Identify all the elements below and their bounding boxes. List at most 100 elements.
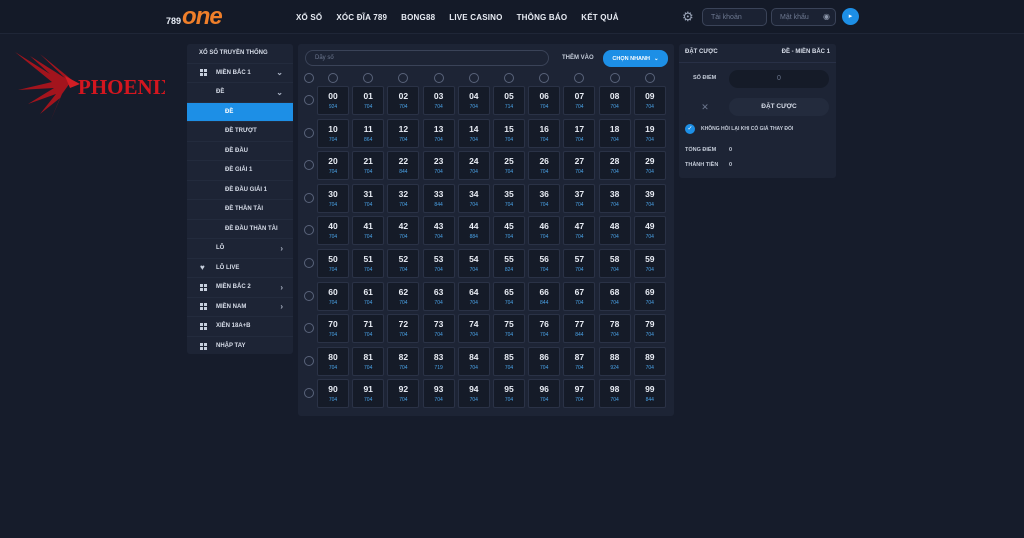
login-button[interactable]: ▸ <box>842 8 859 25</box>
number-cell[interactable]: 52 704 <box>387 249 420 278</box>
number-cell[interactable]: 36 704 <box>528 183 561 213</box>
nav-thong-bao[interactable]: THÔNG BÁO <box>517 13 568 22</box>
sidebar-item-de-truot[interactable]: ĐỀ TRƯỢT <box>187 122 293 142</box>
number-cell[interactable]: 38 704 <box>598 183 631 213</box>
sidebar-item-mien-nam[interactable]: MIỀN NAM › <box>187 298 293 317</box>
sidebar-item-de-dau-giai-1[interactable]: ĐỀ ĐẦU GIẢI 1 <box>187 181 293 200</box>
number-cell[interactable]: 91 704 <box>352 379 385 409</box>
number-cell[interactable]: 08 704 <box>598 86 631 115</box>
number-cell[interactable]: 33 844 <box>422 183 455 213</box>
number-search-input[interactable]: Dãy số <box>305 50 549 66</box>
number-cell[interactable]: 28 704 <box>598 151 631 181</box>
nav-xo-so[interactable]: XỔ SỐ <box>296 13 322 22</box>
row-select-radio[interactable] <box>304 323 314 334</box>
number-cell[interactable]: 05 714 <box>493 86 525 115</box>
sidebar-item-mien-bac-2[interactable]: MIỀN BẮC 2 › <box>187 278 293 298</box>
gear-icon[interactable]: ⚙ <box>682 10 695 23</box>
row-select-radio[interactable] <box>304 225 314 236</box>
number-cell[interactable]: 25 704 <box>493 151 525 181</box>
number-cell[interactable]: 29 704 <box>633 151 666 181</box>
number-cell[interactable]: 35 704 <box>493 183 525 213</box>
password-field[interactable]: Mật khẩu ◉ <box>771 8 836 26</box>
number-cell[interactable]: 23 704 <box>422 151 455 181</box>
row-select-radio[interactable] <box>304 160 314 171</box>
number-cell[interactable]: 67 704 <box>563 281 596 311</box>
number-cell[interactable]: 31 704 <box>352 183 385 213</box>
number-cell[interactable]: 46 704 <box>528 216 561 246</box>
number-cell[interactable]: 80 704 <box>317 346 349 376</box>
row-select-radio[interactable] <box>304 355 314 366</box>
number-cell[interactable]: 88 924 <box>598 346 631 376</box>
number-cell[interactable]: 63 704 <box>422 281 455 311</box>
number-cell[interactable]: 06 704 <box>528 86 561 115</box>
sidebar-item-xien[interactable]: XIÊN 18A+B <box>187 317 293 337</box>
sidebar-item-de-giai-1[interactable]: ĐỀ GIẢI 1 <box>187 161 293 181</box>
sidebar-item-de[interactable]: ĐỀ <box>187 102 293 122</box>
row-select-radio[interactable] <box>304 192 314 203</box>
number-cell[interactable]: 87 704 <box>563 346 596 376</box>
number-cell[interactable]: 49 704 <box>633 216 666 246</box>
number-cell[interactable]: 54 704 <box>457 249 490 278</box>
number-cell[interactable]: 40 704 <box>317 216 349 246</box>
number-cell[interactable]: 73 704 <box>422 314 455 344</box>
place-bet-button[interactable]: ĐẶT CƯỢC <box>729 98 829 116</box>
number-cell[interactable]: 20 704 <box>317 151 349 181</box>
number-cell[interactable]: 09 704 <box>633 86 666 115</box>
sidebar-item-de-dau-than-tai[interactable]: ĐỀ ĐẦU THẦN TÀI <box>187 220 293 239</box>
number-cell[interactable]: 68 704 <box>598 281 631 311</box>
number-cell[interactable]: 17 704 <box>563 118 596 148</box>
row-select-radio[interactable] <box>304 290 314 301</box>
number-cell[interactable]: 70 704 <box>317 314 349 344</box>
sidebar-item-de-dau[interactable]: ĐỀ ĐẦU <box>187 142 293 161</box>
number-cell[interactable]: 12 704 <box>387 118 420 148</box>
number-cell[interactable]: 11 864 <box>352 118 385 148</box>
number-cell[interactable]: 51 704 <box>352 249 385 278</box>
number-cell[interactable]: 82 704 <box>387 346 420 376</box>
number-cell[interactable]: 97 704 <box>563 379 596 409</box>
number-cell[interactable]: 53 704 <box>422 249 455 278</box>
sidebar-item-de-group[interactable]: ĐỀ ⌄ <box>187 83 293 103</box>
number-cell[interactable]: 71 704 <box>352 314 385 344</box>
number-cell[interactable]: 03 704 <box>422 86 455 115</box>
number-cell[interactable]: 45 704 <box>493 216 525 246</box>
column-select-radio[interactable] <box>539 73 550 83</box>
number-cell[interactable]: 37 704 <box>563 183 596 213</box>
number-cell[interactable]: 14 704 <box>457 118 490 148</box>
number-cell[interactable]: 72 704 <box>387 314 420 344</box>
username-field[interactable]: Tài khoản <box>702 8 767 26</box>
number-cell[interactable]: 00 924 <box>317 86 349 115</box>
number-cell[interactable]: 84 704 <box>457 346 490 376</box>
number-cell[interactable]: 76 704 <box>528 314 561 344</box>
number-cell[interactable]: 13 704 <box>422 118 455 148</box>
add-button[interactable]: THÊM VÀO <box>562 55 594 61</box>
number-cell[interactable]: 69 704 <box>633 281 666 311</box>
nav-live-casino[interactable]: LIVE CASINO <box>449 13 502 22</box>
number-cell[interactable]: 99 844 <box>633 379 666 409</box>
number-cell[interactable]: 86 704 <box>528 346 561 376</box>
column-select-radio[interactable] <box>504 73 514 83</box>
sidebar-item-nhap-tay[interactable]: NHẬP TAY <box>187 337 293 357</box>
row-select-radio[interactable] <box>304 95 314 105</box>
number-cell[interactable]: 18 704 <box>598 118 631 148</box>
number-cell[interactable]: 10 704 <box>317 118 349 148</box>
sidebar-item-mien-bac-1[interactable]: MIỀN BẮC 1 ⌄ <box>187 64 293 83</box>
number-cell[interactable]: 30 704 <box>317 183 349 213</box>
column-select-radio[interactable] <box>609 73 620 83</box>
number-cell[interactable]: 93 704 <box>422 379 455 409</box>
number-cell[interactable]: 50 704 <box>317 249 349 278</box>
number-cell[interactable]: 04 704 <box>457 86 490 115</box>
nav-xoc-dia[interactable]: XÓC ĐĨA 789 <box>336 13 387 22</box>
column-select-radio[interactable] <box>363 73 374 83</box>
number-cell[interactable]: 66 844 <box>528 281 561 311</box>
number-cell[interactable]: 57 704 <box>563 249 596 278</box>
number-cell[interactable]: 75 704 <box>493 314 525 344</box>
number-cell[interactable]: 56 704 <box>528 249 561 278</box>
row-select-radio[interactable] <box>304 388 314 399</box>
number-cell[interactable]: 02 704 <box>387 86 420 115</box>
number-cell[interactable]: 96 704 <box>528 379 561 409</box>
number-cell[interactable]: 16 704 <box>528 118 561 148</box>
select-all-radio[interactable] <box>304 73 314 83</box>
column-select-radio[interactable] <box>433 73 444 83</box>
number-cell[interactable]: 32 704 <box>387 183 420 213</box>
number-cell[interactable]: 74 704 <box>457 314 490 344</box>
